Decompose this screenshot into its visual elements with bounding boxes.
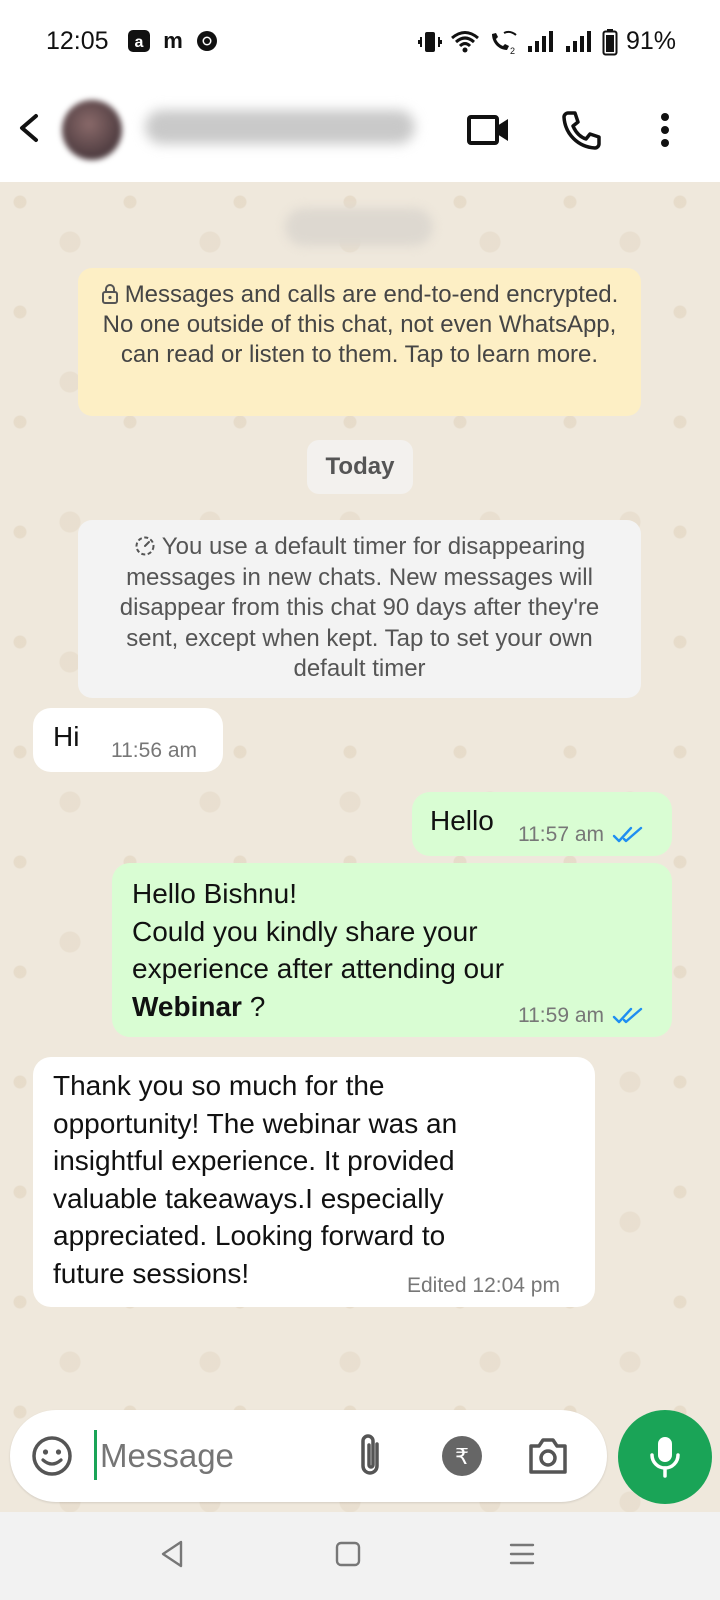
message-outgoing[interactable]: Hello Bishnu! Could you kindly share you… <box>112 863 672 1037</box>
message-time: 12:04 pm <box>472 1274 560 1297</box>
read-ticks-icon <box>612 826 643 843</box>
disappearing-timer-notice[interactable]: You use a default timer for disappearing… <box>78 520 641 698</box>
message-composer: ₹ <box>10 1410 607 1502</box>
blurred-element <box>285 208 433 246</box>
encryption-notice[interactable]: Messages and calls are end-to-end encryp… <box>78 268 641 416</box>
voice-message-button[interactable] <box>618 1410 712 1504</box>
signal-icon-2 <box>565 30 591 52</box>
battery-icon <box>602 28 618 55</box>
rupee-payment-icon[interactable]: ₹ <box>440 1434 484 1478</box>
message-line: Could you kindly share your experience a… <box>132 915 505 985</box>
signal-icon-1 <box>527 30 553 52</box>
text-cursor <box>94 1430 97 1480</box>
contact-avatar[interactable] <box>62 100 122 160</box>
message-text: Hello Bishnu! Could you kindly share you… <box>132 875 582 1025</box>
attach-icon[interactable] <box>350 1430 390 1482</box>
read-ticks-icon <box>612 1007 643 1024</box>
message-outgoing[interactable]: Hello 11:57 am <box>412 792 672 856</box>
message-text: Thank you so much for the opportunity! T… <box>53 1070 458 1289</box>
status-indicators: 2 91% <box>417 27 676 56</box>
encryption-text: Messages and calls are end-to-end encryp… <box>102 281 619 368</box>
contact-name[interactable] <box>145 110 415 144</box>
message-time: 11:56 am <box>111 739 197 762</box>
timer-icon <box>135 536 155 556</box>
camera-icon[interactable] <box>525 1434 571 1478</box>
message-incoming[interactable]: Thank you so much for the opportunity! T… <box>33 1057 595 1307</box>
edited-label: Edited <box>407 1274 467 1297</box>
back-arrow-icon[interactable] <box>14 108 50 148</box>
status-bar: 12:05 a m 2 91% <box>0 0 720 80</box>
status-time: 12:05 <box>46 27 109 55</box>
vibrate-icon <box>417 31 442 52</box>
chrome-icon <box>197 31 217 51</box>
lock-icon <box>101 284 118 304</box>
message-input[interactable] <box>98 1428 342 1484</box>
nav-back-icon[interactable] <box>158 1538 186 1570</box>
chat-header <box>0 80 720 182</box>
voice-call-icon[interactable] <box>556 105 606 155</box>
more-options-icon[interactable] <box>640 105 690 155</box>
message-text: Hello <box>430 805 494 836</box>
message-line: ? <box>241 990 266 1022</box>
emoji-icon[interactable] <box>30 1434 74 1478</box>
message-line: Hello Bishnu! <box>132 878 297 909</box>
svg-text:m: m <box>163 29 183 53</box>
message-time: 11:57 am <box>518 823 604 846</box>
wifi-icon <box>450 30 479 52</box>
nav-home-icon[interactable] <box>334 1540 362 1568</box>
battery-percent: 91% <box>625 27 676 55</box>
message-bold-word: Webinar <box>132 990 242 1022</box>
message-text: Hi <box>53 721 80 752</box>
svg-text:₹: ₹ <box>455 1445 469 1470</box>
wifi-calling-icon: 2 <box>491 30 517 55</box>
nav-menu-icon[interactable] <box>508 1540 536 1568</box>
timer-notice-text: You use a default timer for disappearing… <box>119 533 600 682</box>
date-chip: Today <box>307 440 413 494</box>
video-call-icon[interactable] <box>464 105 514 155</box>
mic-icon <box>650 1437 680 1478</box>
svg-text:a: a <box>135 34 144 51</box>
svg-text:2: 2 <box>510 46 515 55</box>
message-incoming[interactable]: Hi 11:56 am <box>33 708 223 772</box>
system-nav-bar <box>0 1512 720 1600</box>
message-time: 11:59 am <box>518 1004 604 1027</box>
m-app-icon: m <box>163 29 183 53</box>
amazon-icon: a <box>128 30 150 52</box>
